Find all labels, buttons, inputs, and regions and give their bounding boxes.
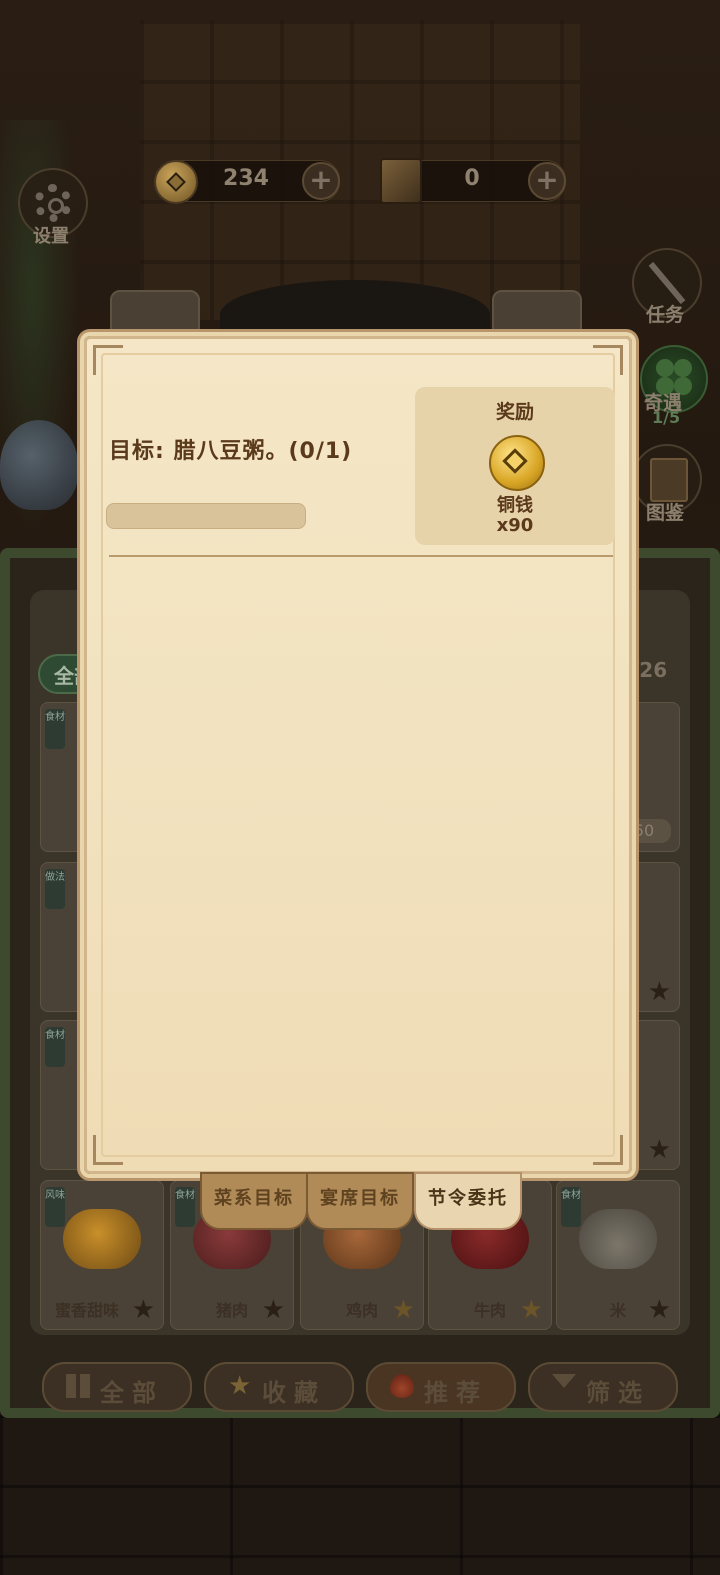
coin-amount: 234 <box>223 166 269 191</box>
reward-title: 奖励 <box>495 401 534 423</box>
star-icon[interactable]: ★ <box>262 1297 285 1323</box>
all-button-label: 全部 <box>100 1379 164 1407</box>
task-label: 任务 <box>646 304 685 326</box>
copper-coin-icon <box>489 435 545 491</box>
tile-tag: 食材 <box>45 709 65 749</box>
clover-icon <box>656 359 674 377</box>
tile-tag: 风味 <box>45 1187 65 1227</box>
atlas-book-icon <box>650 458 688 502</box>
tile-tag: 食材 <box>175 1187 195 1227</box>
corner-ornament <box>593 345 623 375</box>
recommend-button-label: 推荐 <box>424 1379 488 1407</box>
clover-leaf <box>674 359 692 377</box>
reward-box: 奖励 铜钱 x90 <box>415 387 615 545</box>
rice-image <box>579 1209 657 1269</box>
divider <box>109 555 613 557</box>
settings-label: 设置 <box>33 226 69 247</box>
tile-tag: 做法 <box>45 869 65 909</box>
book-icon <box>380 158 422 204</box>
commission-dialog: 目标: 腊八豆粥。(0/1) 奖励 铜钱 x90 <box>84 336 632 1174</box>
star-icon[interactable]: ★ <box>648 1137 671 1163</box>
tab-cuisine-goals[interactable]: 菜系目标 <box>200 1172 308 1230</box>
star-icon[interactable]: ★ <box>132 1297 155 1323</box>
recipe-count: /26 <box>632 658 668 682</box>
recipe-tile[interactable]: 食材 米 ★ <box>556 1180 680 1330</box>
atlas-label: 图鉴 <box>646 502 685 524</box>
goal-progress-bar <box>106 503 306 529</box>
brush-icon <box>648 261 686 305</box>
tab-banquet-goals[interactable]: 宴席目标 <box>306 1172 414 1230</box>
star-icon: ★ <box>228 1371 252 1401</box>
recipe-tile[interactable]: 风味 蜜香甜味 ★ <box>40 1180 164 1330</box>
add-coins-button[interactable]: + <box>302 162 340 200</box>
tile-tag: 食材 <box>561 1187 581 1227</box>
reward-item-qty: x90 <box>496 515 534 536</box>
tab-label: 节令委托 <box>428 1188 508 1209</box>
add-books-button[interactable]: + <box>528 162 566 200</box>
grid-icon <box>66 1374 90 1398</box>
favorites-button[interactable]: ★ 收藏 <box>204 1362 354 1412</box>
all-button[interactable]: 全部 <box>42 1362 192 1412</box>
coin-icon <box>154 160 198 204</box>
corner-ornament <box>93 345 123 375</box>
background-vase <box>0 420 78 510</box>
background-floor <box>0 1415 720 1575</box>
filter-button[interactable]: 筛选 <box>528 1362 678 1412</box>
goal-text: 目标: 腊八豆粥。(0/1) <box>109 439 353 464</box>
gear-icon <box>34 184 72 222</box>
recommend-button[interactable]: 推荐 <box>366 1362 516 1412</box>
star-icon[interactable]: ★ <box>648 979 671 1005</box>
honey-jar-image <box>63 1209 141 1269</box>
star-icon[interactable]: ★ <box>648 1297 671 1323</box>
filter-icon <box>552 1374 576 1388</box>
encounter-count: 1/5 <box>652 408 681 427</box>
tab-seasonal-commission[interactable]: 节令委托 <box>414 1172 522 1230</box>
flame-icon <box>390 1374 414 1398</box>
tab-label: 菜系目标 <box>214 1188 294 1209</box>
tab-label: 宴席目标 <box>320 1188 400 1209</box>
filter-button-label: 筛选 <box>586 1379 650 1407</box>
favorites-button-label: 收藏 <box>262 1379 326 1407</box>
book-amount: 0 <box>464 166 480 191</box>
star-icon[interactable]: ★ <box>392 1297 415 1323</box>
tile-tag: 食材 <box>45 1027 65 1067</box>
star-icon[interactable]: ★ <box>520 1297 543 1323</box>
corner-ornament <box>593 1135 623 1165</box>
tile-name: 蜜香甜味 <box>55 1301 120 1320</box>
corner-ornament <box>93 1135 123 1165</box>
reward-item-name: 铜钱 <box>497 495 533 516</box>
